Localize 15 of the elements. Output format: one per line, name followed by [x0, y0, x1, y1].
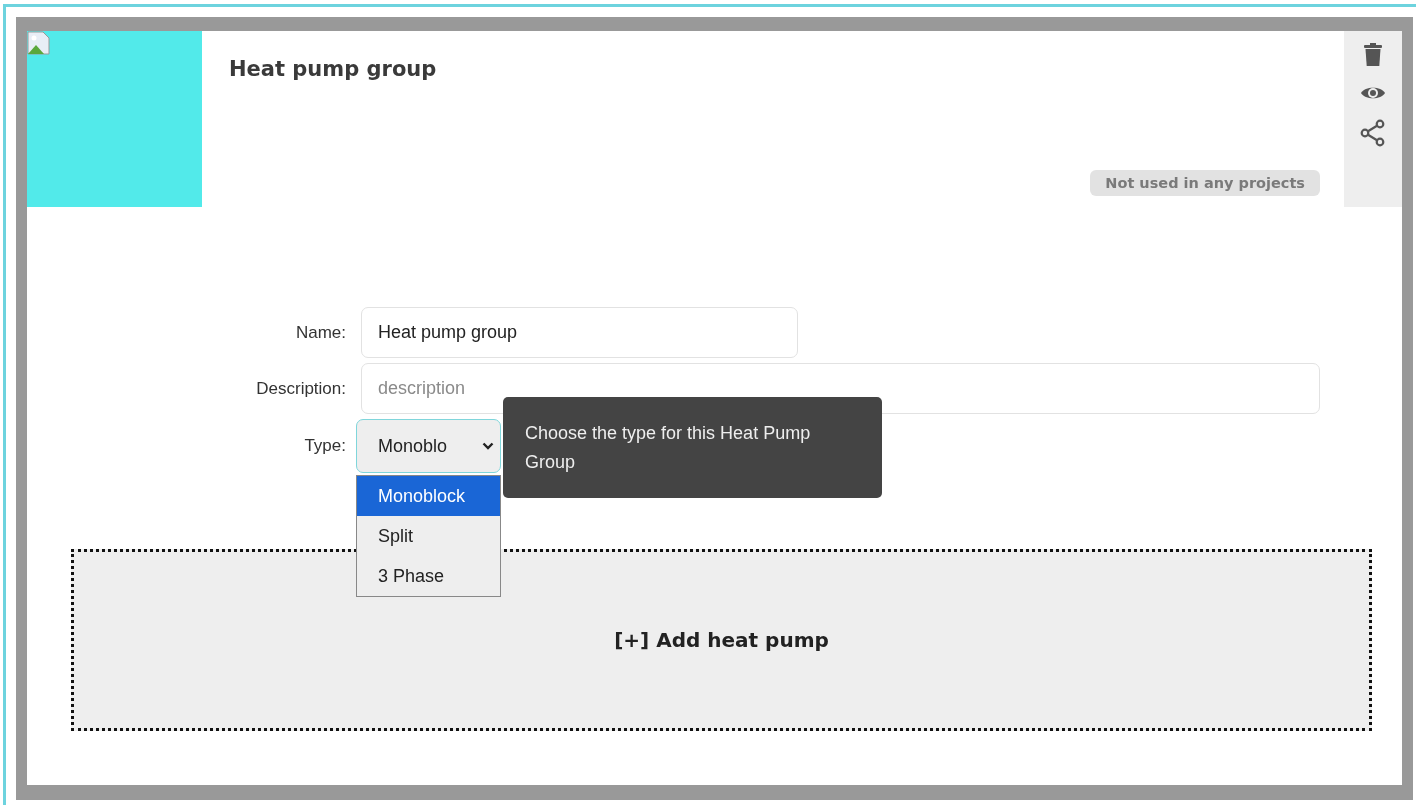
- trash-icon: [1364, 43, 1382, 67]
- field-label: Type:: [303, 436, 347, 456]
- name-field[interactable]: Heat pump group: [361, 307, 798, 358]
- type-select[interactable]: Monoblo: [356, 419, 501, 473]
- share-icon: [1360, 119, 1386, 147]
- group-title: Heat pump group: [229, 57, 437, 81]
- delete-button[interactable]: [1364, 43, 1382, 67]
- field-label: Description:: [255, 378, 347, 399]
- dropdown-option[interactable]: Monoblock: [357, 476, 500, 516]
- field-label: Name:: [294, 322, 347, 343]
- usage-badge: Not used in any projects: [1090, 170, 1320, 196]
- chevron-icon: [482, 442, 494, 450]
- tooltip: Choose the type for this Heat Pump Group: [503, 397, 882, 498]
- share-button[interactable]: [1360, 119, 1386, 147]
- dropdown-option[interactable]: 3 Phase: [357, 556, 500, 596]
